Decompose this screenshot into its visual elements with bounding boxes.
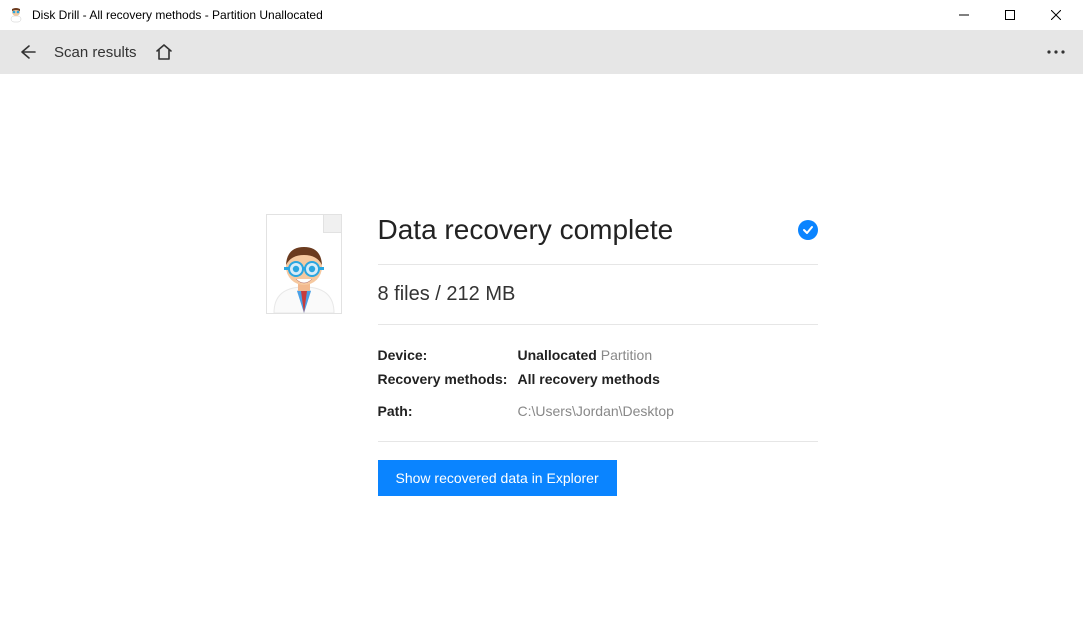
methods-value: All recovery methods bbox=[518, 367, 660, 391]
content-area: Data recovery complete 8 files / 212 MB … bbox=[0, 74, 1083, 496]
result-heading: Data recovery complete bbox=[378, 214, 674, 246]
path-label: Path: bbox=[378, 399, 518, 423]
home-icon[interactable] bbox=[151, 39, 177, 65]
detail-row-methods: Recovery methods: All recovery methods bbox=[378, 367, 818, 391]
close-button[interactable] bbox=[1033, 0, 1079, 30]
device-value: Unallocated Partition bbox=[518, 343, 653, 367]
methods-label: Recovery methods: bbox=[378, 367, 518, 391]
device-name: Unallocated bbox=[518, 347, 597, 363]
titlebar: Disk Drill - All recovery methods - Part… bbox=[0, 0, 1083, 30]
show-in-explorer-button[interactable]: Show recovered data in Explorer bbox=[378, 460, 617, 496]
detail-row-path: Path: C:\Users\Jordan\Desktop bbox=[378, 399, 818, 423]
back-icon[interactable] bbox=[14, 39, 40, 65]
device-type: Partition bbox=[601, 347, 652, 363]
detail-row-device: Device: Unallocated Partition bbox=[378, 343, 818, 367]
path-value: C:\Users\Jordan\Desktop bbox=[518, 399, 674, 423]
result-panel: Data recovery complete 8 files / 212 MB … bbox=[266, 214, 818, 496]
success-check-icon bbox=[798, 220, 818, 240]
breadcrumb: Scan results bbox=[54, 44, 137, 61]
window-title: Disk Drill - All recovery methods - Part… bbox=[32, 8, 941, 22]
result-summary: 8 files / 212 MB bbox=[378, 265, 818, 325]
toolbar: Scan results bbox=[0, 30, 1083, 74]
minimize-button[interactable] bbox=[941, 0, 987, 30]
device-label: Device: bbox=[378, 343, 518, 367]
avatar-file-icon bbox=[266, 214, 342, 314]
maximize-button[interactable] bbox=[987, 0, 1033, 30]
window-controls bbox=[941, 0, 1079, 30]
app-icon bbox=[8, 7, 24, 23]
more-icon[interactable] bbox=[1043, 39, 1069, 65]
result-details: Device: Unallocated Partition Recovery m… bbox=[378, 325, 818, 442]
